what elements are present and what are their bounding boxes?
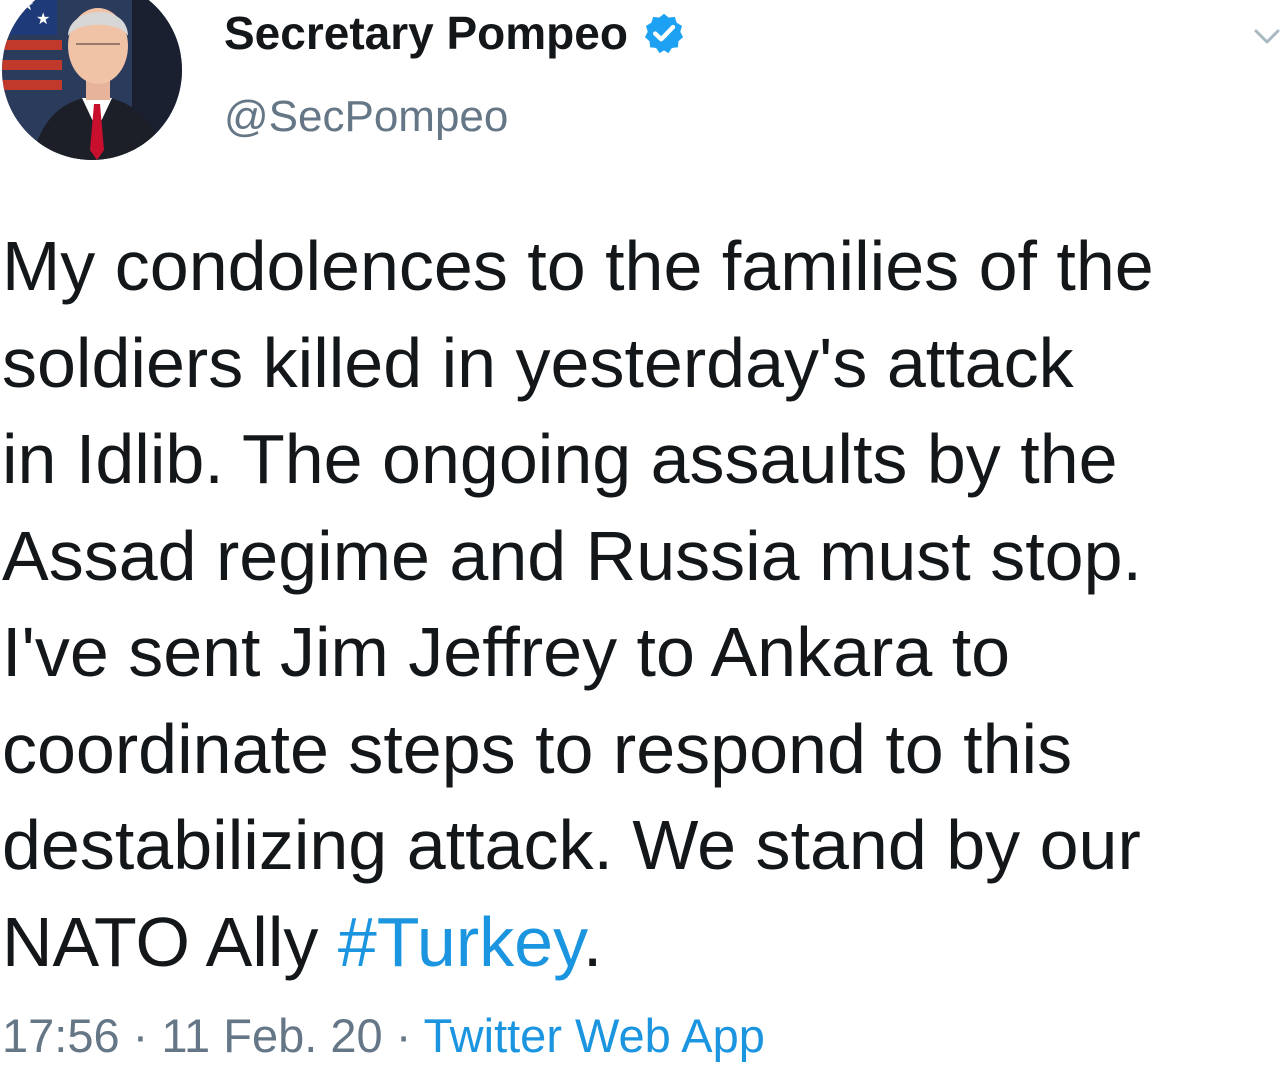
- meta-separator: ·: [119, 1009, 162, 1062]
- tweet-line: My condolences to the families of the: [2, 227, 1154, 305]
- tweet-line: in Idlib. The ongoing assaults by the: [2, 420, 1118, 498]
- chevron-down-icon[interactable]: [1252, 22, 1280, 52]
- tweet-line: coordinate steps to respond to this: [2, 709, 1073, 788]
- meta-separator: ·: [382, 1009, 424, 1062]
- svg-text:★: ★: [36, 11, 50, 28]
- avatar[interactable]: ★ ★: [2, 0, 182, 160]
- tweet-line: Assad regime and Russia must stop.: [2, 516, 1142, 595]
- tweet-text-segment: .: [582, 902, 603, 981]
- tweet-card: ★ ★ Secretary Pompeo @SecPompeo My condo…: [0, 0, 1280, 1082]
- tweet-meta: 17:56 · 11 Feb. 20 · Twitter Web App: [2, 1008, 765, 1063]
- user-name-row[interactable]: Secretary Pompeo: [224, 6, 686, 60]
- tweet-line: destabilizing attack. We stand by our: [2, 806, 1141, 884]
- avatar-image: ★ ★: [2, 0, 182, 160]
- display-name[interactable]: Secretary Pompeo: [224, 6, 628, 60]
- user-handle[interactable]: @SecPompeo: [224, 92, 508, 142]
- svg-text:★: ★: [20, 0, 34, 14]
- tweet-time[interactable]: 17:56: [2, 1009, 120, 1062]
- tweet-date[interactable]: 11 Feb. 20: [161, 1009, 382, 1062]
- tweet-line: soldiers killed in yesterday's attack: [2, 323, 1074, 402]
- tweet-line-last: NATO Ally #Turkey.: [2, 894, 1274, 991]
- tweet-line: I've sent Jim Jeffrey to Ankara to: [2, 613, 1011, 691]
- verified-badge-icon: [644, 13, 684, 54]
- tweet-text: My condolences to the families of the so…: [2, 218, 1274, 990]
- tweet-source-link[interactable]: Twitter Web App: [424, 1009, 765, 1062]
- hashtag-link[interactable]: #Turkey: [338, 903, 583, 981]
- tweet-text-segment: NATO Ally: [2, 902, 338, 981]
